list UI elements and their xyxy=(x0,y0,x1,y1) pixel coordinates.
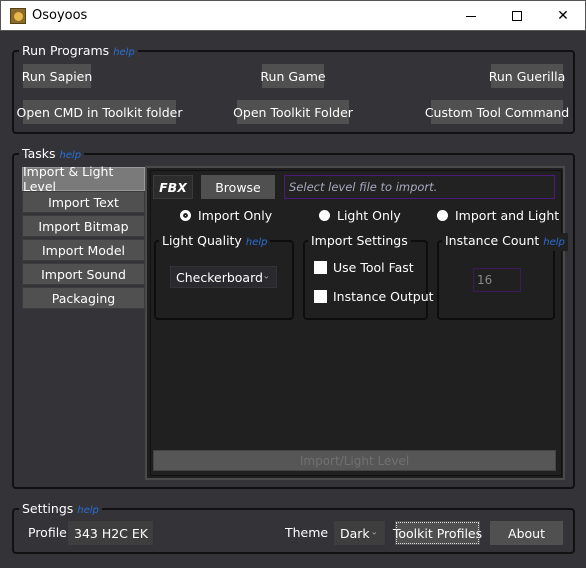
run-programs-label: Run Programs help xyxy=(19,43,138,61)
maximize-button[interactable] xyxy=(494,1,540,31)
profile-label: Profile xyxy=(28,525,67,540)
tab-packaging[interactable]: Packaging xyxy=(22,287,145,309)
instance-output-checkbox[interactable]: Instance Output xyxy=(314,289,434,304)
open-toolkit-folder-button[interactable]: Open Toolkit Folder xyxy=(233,100,353,124)
instance-count-label: Instance Count help xyxy=(442,233,568,251)
maximize-icon xyxy=(512,11,522,21)
tab-import-light-level[interactable]: Import & Light Level xyxy=(22,164,145,194)
light-quality-select[interactable]: Checkerboard ⌄ xyxy=(170,266,277,288)
custom-tool-command-button[interactable]: Custom Tool Command xyxy=(425,100,569,124)
chevron-down-icon: ⌄ xyxy=(262,271,270,282)
radio-light-only[interactable]: Light Only xyxy=(319,208,401,223)
run-game-button[interactable]: Run Game xyxy=(260,64,326,88)
radio-checked-icon xyxy=(180,210,191,221)
open-cmd-button[interactable]: Open CMD in Toolkit folder xyxy=(17,100,183,124)
checkbox-unchecked-icon xyxy=(314,261,327,274)
light-quality-help-link[interactable]: help xyxy=(246,237,268,248)
close-icon: ✕ xyxy=(557,8,569,24)
theme-select[interactable]: Dark ⌄ xyxy=(334,521,385,545)
fbx-toggle-button[interactable]: FBX xyxy=(153,175,193,199)
chevron-down-icon: ⌄ xyxy=(370,527,378,538)
instance-count-help-link[interactable]: help xyxy=(543,237,565,248)
light-quality-label: Light Quality help xyxy=(159,233,271,251)
level-path-input[interactable]: Select level file to import. xyxy=(284,175,555,199)
import-light-level-button[interactable]: Import/Light Level xyxy=(153,450,556,471)
window-title: Osoyoos xyxy=(32,8,88,23)
theme-label: Theme xyxy=(285,525,329,540)
use-tool-fast-checkbox[interactable]: Use Tool Fast xyxy=(314,260,414,275)
tasks-label: Tasks help xyxy=(19,146,85,164)
settings-label: Settings help xyxy=(19,501,102,519)
import-settings-group: Import Settings xyxy=(303,233,428,320)
settings-help-link[interactable]: help xyxy=(77,505,99,516)
radio-import-only[interactable]: Import Only xyxy=(180,208,272,223)
radio-unchecked-icon xyxy=(437,210,448,221)
about-button[interactable]: About xyxy=(490,521,563,545)
chevron-down-icon: ⌄ xyxy=(138,527,146,538)
tab-import-text[interactable]: Import Text xyxy=(22,191,145,213)
radio-unchecked-icon xyxy=(319,210,330,221)
tasks-help-link[interactable]: help xyxy=(59,150,81,161)
app-icon xyxy=(10,8,26,24)
tab-import-sound[interactable]: Import Sound xyxy=(22,263,145,285)
minimize-button[interactable] xyxy=(448,1,494,31)
radio-import-and-light[interactable]: Import and Light xyxy=(437,208,559,223)
run-programs-help-link[interactable]: help xyxy=(113,47,135,58)
browse-button[interactable]: Browse xyxy=(201,175,275,199)
run-guerilla-button[interactable]: Run Guerilla xyxy=(489,64,565,88)
tab-import-model[interactable]: Import Model xyxy=(22,239,145,261)
minimize-icon xyxy=(466,15,476,17)
instance-count-input[interactable]: 16 xyxy=(473,268,521,292)
profile-select[interactable]: 343 H2C EK ⌄ xyxy=(68,521,153,545)
close-button[interactable]: ✕ xyxy=(540,1,586,31)
checkbox-unchecked-icon xyxy=(314,290,327,303)
import-settings-label: Import Settings xyxy=(308,233,411,249)
tab-import-bitmap[interactable]: Import Bitmap xyxy=(22,215,145,237)
title-bar: Osoyoos ✕ xyxy=(0,0,586,31)
toolkit-profiles-button[interactable]: Toolkit Profiles xyxy=(393,521,482,545)
run-sapien-button[interactable]: Run Sapien xyxy=(22,64,92,88)
